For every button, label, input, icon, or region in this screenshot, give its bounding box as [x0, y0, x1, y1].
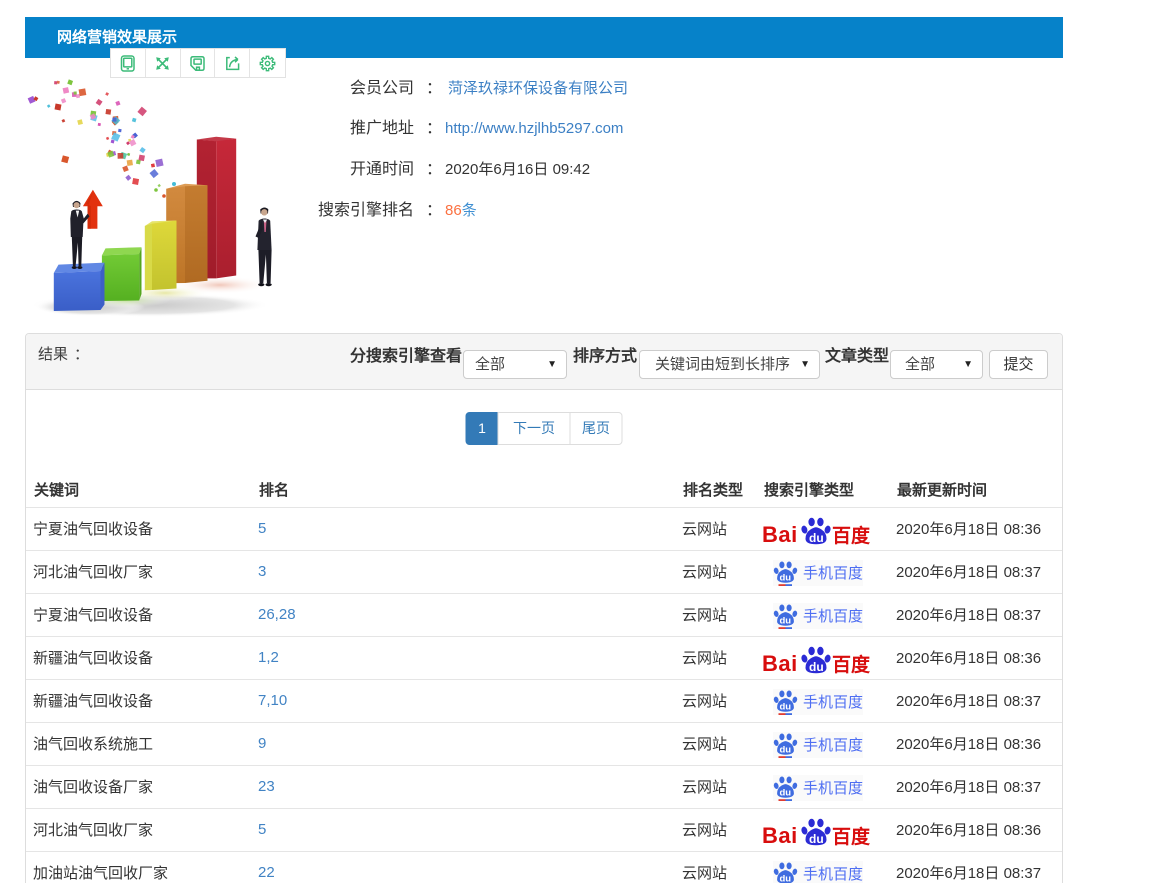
svg-text:du: du [809, 831, 824, 845]
svg-text:du: du [780, 873, 792, 883]
svg-text:Bai: Bai [763, 651, 798, 676]
svg-text:du: du [780, 701, 792, 712]
svg-text:Bai: Bai [763, 522, 798, 547]
svg-text:Bai: Bai [763, 823, 798, 848]
svg-text:du: du [809, 530, 824, 544]
svg-text:百度: 百度 [832, 825, 871, 848]
svg-text:du: du [809, 659, 824, 673]
svg-text:du: du [780, 615, 792, 626]
svg-text:du: du [780, 744, 792, 755]
svg-text:du: du [780, 787, 792, 798]
svg-text:du: du [780, 572, 792, 583]
svg-text:百度: 百度 [832, 653, 871, 676]
svg-text:百度: 百度 [832, 524, 871, 547]
